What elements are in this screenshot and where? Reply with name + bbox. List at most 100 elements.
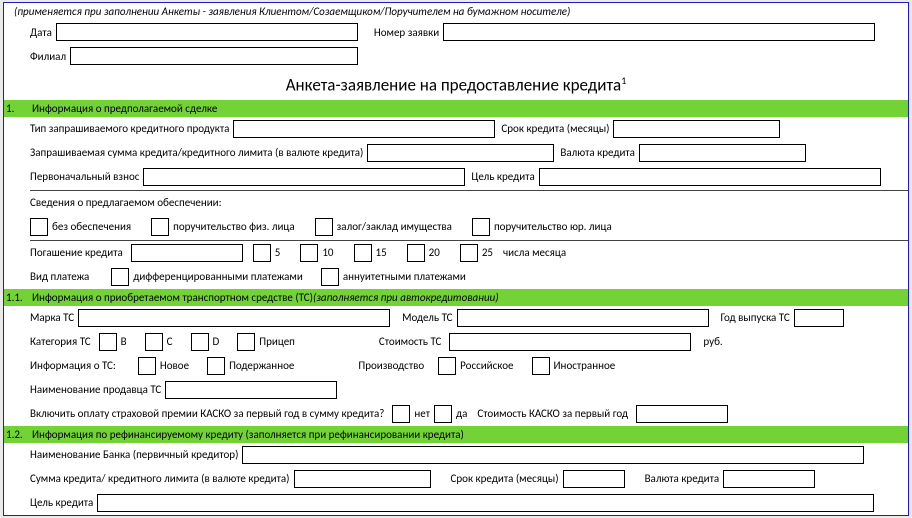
input-amount[interactable] [367,144,554,162]
input-term[interactable] [613,120,780,138]
input-currency[interactable] [639,144,806,162]
input-repay[interactable] [131,244,243,262]
label-collat3: залог/заклад имущества [337,220,452,233]
label-prod: Производство [358,359,428,372]
lbl-no: нет [414,407,430,420]
label-ref-term: Срок кредита (месяцы) [451,472,563,485]
input-product[interactable] [233,120,495,138]
label-info: Информация о ТС: [30,359,120,372]
row-down: Первоначальный взнос Цель кредита [4,165,908,189]
label-currency: Валюта кредита [560,146,639,159]
row-date: Дата Номер заявки [4,20,908,44]
label-kasko-cost: Стоимость КАСКО за первый год [477,407,632,420]
label-year: Год выпуска ТС [721,311,794,324]
cb-kasko-no[interactable] [392,405,410,423]
input-ref-term[interactable] [563,470,625,488]
cb-cat-b[interactable] [99,333,117,351]
cb-guarantee-ind[interactable] [151,218,169,236]
lbl-d20: 20 [429,246,440,259]
label-collat4: поручительство юр. лица [494,220,612,233]
row-paytype: Вид платежа дифференцированными платежам… [4,265,908,289]
label-seller: Наименование продавца ТС [30,383,165,396]
lbl-d25: 25 [482,246,493,259]
row-kasko: Включить оплату страховой премии КАСКО з… [4,402,908,426]
input-seller[interactable] [165,381,337,399]
cb-d15[interactable] [354,244,372,262]
header-note: (применяется при заполнении Анкеты - зая… [4,3,908,20]
input-cost[interactable] [449,333,691,351]
input-kasko-cost[interactable] [636,405,728,423]
lbl-yes: да [456,407,467,420]
lbl-d5: 5 [275,246,281,259]
row-category: Категория ТС B C D Прицеп Стоимость ТС р… [4,330,908,354]
cb-kasko-yes[interactable] [434,405,452,423]
label-term: Срок кредита (месяцы) [501,122,613,135]
label-collat1: без обеспечения [52,220,131,233]
label-pay1: дифференцированными платежами [133,270,303,283]
lbl-d10: 10 [322,246,333,259]
cb-cat-trailer[interactable] [237,333,255,351]
cb-new[interactable] [138,357,156,375]
section-1-2-num: 1.2. [4,428,32,441]
lbl-foreign: Иностранное [554,359,616,372]
input-ref-amount[interactable] [294,470,431,488]
label-brand: Марка ТС [30,311,78,324]
cb-pledge[interactable] [315,218,333,236]
label-purpose: Цель кредита [471,170,538,183]
input-ref-purpose[interactable] [97,494,874,512]
lbl-cc: C [167,335,173,348]
title-text: Анкета-заявление на предоставление креди… [286,75,621,96]
input-purpose[interactable] [539,168,881,186]
label-amount: Запрашиваемая сумма кредита/кредитного л… [30,146,367,159]
lbl-trailer: Прицеп [259,335,295,348]
row-ref-purpose: Цель кредита [4,491,908,515]
lbl-d15: 15 [376,246,387,259]
title-footnote: 1 [621,74,626,87]
input-branch[interactable] [70,47,358,65]
lbl-rus: Российское [460,359,513,372]
cb-rus[interactable] [438,357,456,375]
cb-d20[interactable] [407,244,425,262]
input-year[interactable] [794,309,844,327]
label-date: Дата [30,26,56,39]
form-page: (применяется при заполнении Анкеты - зая… [3,2,909,516]
input-date[interactable] [56,23,358,41]
cb-d5[interactable] [253,244,271,262]
section-1-1: 1.1. Информация о приобретаемом транспор… [4,289,908,306]
label-appnum: Номер заявки [374,26,443,39]
cb-d10[interactable] [300,244,318,262]
lbl-cb: B [121,335,127,348]
input-ref-currency[interactable] [723,470,815,488]
row-vehicle-main: Марка ТС Модель ТС Год выпуска ТС [4,306,908,330]
cb-no-collat[interactable] [30,218,48,236]
cb-foreign[interactable] [532,357,550,375]
section-1-num: 1. [4,102,32,115]
label-repay: Погашение кредита [30,246,127,259]
cb-pay-annuity[interactable] [321,268,339,286]
cb-cat-d[interactable] [191,333,209,351]
label-cost: Стоимость ТС [379,335,445,348]
label-ref-currency: Валюта кредита [645,472,724,485]
cb-cat-c[interactable] [145,333,163,351]
label-kasko-q: Включить оплату страховой премии КАСКО з… [30,407,388,420]
input-brand[interactable] [78,309,390,327]
cb-used[interactable] [207,357,225,375]
cb-d25[interactable] [460,244,478,262]
lbl-cd: D [213,335,220,348]
row-seller: Наименование продавца ТС [4,378,908,402]
label-collat: Сведения о предлагаемом обеспечении: [30,196,226,209]
input-appnum[interactable] [443,23,875,41]
row-repay: Погашение кредита 5 10 15 20 25 числа ме… [4,241,908,265]
section-1-1-num: 1.1. [4,291,32,304]
cb-pay-diff[interactable] [111,268,129,286]
label-ref-amount: Сумма кредита/ кредитного лимита (в валю… [30,472,294,485]
cb-guarantee-corp[interactable] [472,218,490,236]
input-model[interactable] [457,309,709,327]
section-1: 1. Информация о предполагаемой сделке [4,100,908,117]
input-bank[interactable] [242,446,864,464]
input-down[interactable] [143,168,465,186]
label-down: Первоначальный взнос [30,170,143,183]
row-ref-amount: Сумма кредита/ кредитного лимита (в валю… [4,467,908,491]
section-1-2-title: Информация по рефинансируемому кредиту (… [32,428,464,441]
label-cat: Категория ТС [30,335,95,348]
